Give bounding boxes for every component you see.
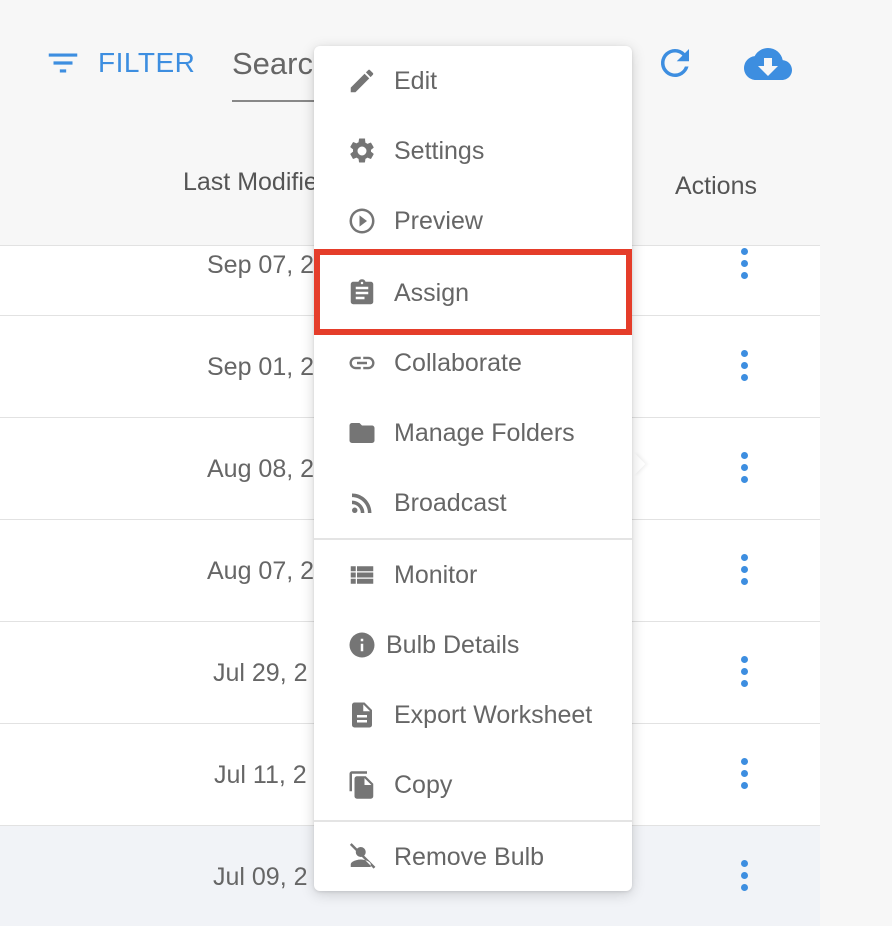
- remove-person-icon: [346, 841, 378, 873]
- filter-label: FILTER: [98, 47, 196, 78]
- row-actions-button[interactable]: [734, 248, 754, 288]
- rss-icon: [346, 487, 378, 519]
- clipboard-icon: [346, 277, 378, 309]
- gear-icon: [346, 135, 378, 167]
- refresh-button[interactable]: [654, 42, 696, 84]
- menu-item-label: Settings: [394, 136, 485, 165]
- cloud-download-icon: [744, 48, 792, 80]
- menu-item-manage-folders[interactable]: Manage Folders: [314, 402, 632, 464]
- menu-item-label: Preview: [394, 206, 483, 235]
- row-actions-button[interactable]: [734, 860, 754, 900]
- column-header-last-modified[interactable]: Last Modified: [183, 168, 332, 197]
- menu-item-label: Collaborate: [394, 348, 522, 377]
- menu-item-bulb-details[interactable]: Bulb Details: [314, 614, 632, 676]
- menu-item-collaborate[interactable]: Collaborate: [314, 332, 632, 394]
- refresh-icon: [660, 48, 689, 77]
- row-date: Aug 07, 2: [207, 557, 315, 585]
- menu-item-settings[interactable]: Settings: [314, 120, 632, 182]
- row-actions-button[interactable]: [734, 350, 754, 390]
- menu-item-assign[interactable]: Assign: [314, 262, 632, 324]
- folder-icon: [346, 417, 378, 449]
- column-header-actions: Actions: [675, 172, 757, 200]
- info-icon: [346, 629, 378, 661]
- menu-item-label: Assign: [394, 278, 470, 307]
- link-icon: [346, 347, 378, 379]
- menu-item-monitor[interactable]: Monitor: [314, 544, 632, 606]
- menu-item-remove-bulb[interactable]: Remove Bulb: [314, 826, 632, 888]
- menu-divider: [314, 820, 632, 822]
- row-date: Jul 09, 2: [213, 863, 308, 891]
- row-date: Jul 11, 2: [214, 761, 307, 789]
- row-actions-button[interactable]: [734, 554, 754, 594]
- row-actions-button[interactable]: [734, 758, 754, 798]
- menu-item-label: Copy: [394, 770, 453, 799]
- menu-item-copy[interactable]: Copy: [314, 754, 632, 816]
- row-date: Sep 07, 2: [207, 251, 315, 279]
- menu-divider: [314, 538, 632, 540]
- menu-item-broadcast[interactable]: Broadcast: [314, 472, 632, 534]
- row-actions-button[interactable]: [734, 452, 754, 492]
- copy-icon: [346, 769, 378, 801]
- download-button[interactable]: [742, 40, 794, 88]
- menu-item-label: Remove Bulb: [394, 842, 545, 871]
- filter-icon: [48, 53, 78, 73]
- menu-item-label: Export Worksheet: [394, 700, 593, 729]
- menu-item-export-worksheet[interactable]: Export Worksheet: [314, 684, 632, 746]
- menu-item-label: Monitor: [394, 560, 478, 589]
- menu-item-label: Broadcast: [394, 488, 507, 517]
- row-date: Aug 08, 2: [207, 455, 315, 483]
- document-icon: [346, 699, 378, 731]
- row-actions-button[interactable]: [734, 656, 754, 696]
- play-circle-icon: [346, 205, 378, 237]
- menu-item-preview[interactable]: Preview: [314, 190, 632, 252]
- bulb-actions-menu: Edit Settings Preview Assign Collaborate…: [314, 46, 632, 891]
- menu-item-edit[interactable]: Edit: [314, 50, 632, 112]
- pencil-icon: [346, 65, 378, 97]
- menu-item-label: Manage Folders: [394, 418, 575, 447]
- row-date: Sep 01, 2: [207, 353, 315, 381]
- menu-item-label: Edit: [394, 66, 438, 95]
- list-icon: [346, 559, 378, 591]
- row-date: Jul 29, 2: [213, 659, 308, 687]
- menu-item-label: Bulb Details: [386, 630, 520, 659]
- filter-button[interactable]: FILTER: [44, 44, 195, 82]
